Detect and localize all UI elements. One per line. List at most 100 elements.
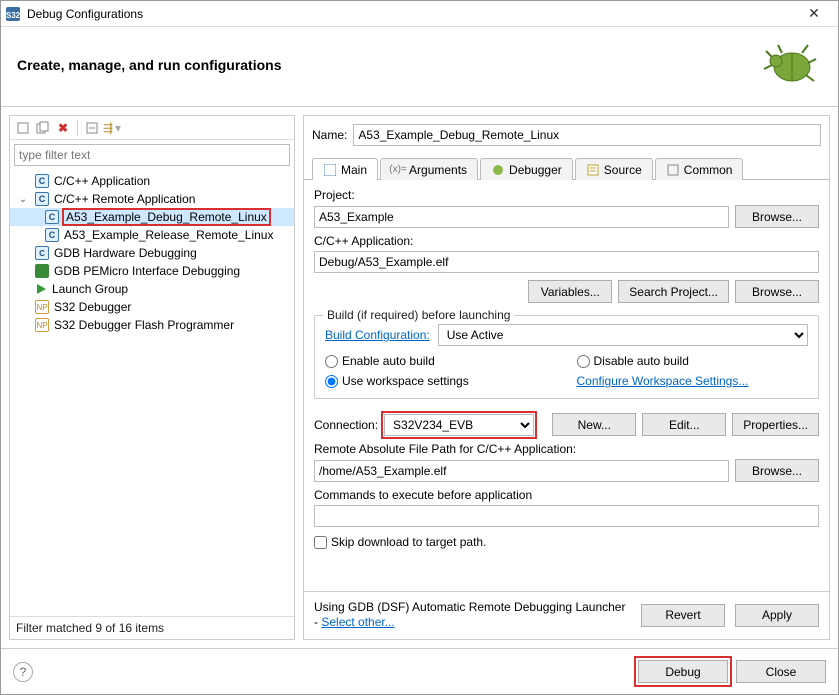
app-browse-button[interactable]: Browse... <box>735 280 819 303</box>
project-label: Project: <box>314 188 819 202</box>
tree-node-cpp-remote-application[interactable]: ⌄ C C/C++ Remote Application <box>10 190 294 208</box>
remote-path-field: Remote Absolute File Path for C/C++ Appl… <box>314 442 819 482</box>
tree-node-s32-debugger[interactable]: NP S32 Debugger <box>10 298 294 316</box>
project-browse-button[interactable]: Browse... <box>735 205 819 228</box>
apply-button[interactable]: Apply <box>735 604 819 627</box>
highlight-box: Debug <box>638 660 728 683</box>
variables-button[interactable]: Variables... <box>528 280 612 303</box>
name-label: Name: <box>312 128 347 142</box>
tree-node-a53-release-remote[interactable]: C A53_Example_Release_Remote_Linux <box>10 226 294 244</box>
connection-properties-button[interactable]: Properties... <box>732 413 819 436</box>
page-title: Create, manage, and run configurations <box>17 57 282 73</box>
project-input[interactable] <box>314 206 729 228</box>
skip-download-checkbox[interactable]: Skip download to target path. <box>314 535 819 549</box>
connection-select[interactable]: S32V234_EVB <box>384 414 534 436</box>
cpp-application-input[interactable] <box>314 251 819 273</box>
pemicro-icon <box>34 263 50 279</box>
tab-label: Main <box>341 163 367 177</box>
tree-node-gdb-hardware[interactable]: C GDB Hardware Debugging <box>10 244 294 262</box>
tab-common[interactable]: Common <box>655 158 744 180</box>
tab-label: Debugger <box>509 163 562 177</box>
collapse-all-icon[interactable] <box>83 119 101 137</box>
tree-label: S32 Debugger Flash Programmer <box>54 318 234 332</box>
radio-label: Use workspace settings <box>342 374 469 388</box>
s32-icon: NP <box>34 317 50 333</box>
main-tab-content: Project: Browse... C/C++ Application: Va… <box>304 180 829 591</box>
help-icon[interactable]: ? <box>13 662 33 682</box>
tree-label: GDB PEMicro Interface Debugging <box>54 264 240 278</box>
tree-node-cpp-application[interactable]: C C/C++ Application <box>10 172 294 190</box>
tree-label: S32 Debugger <box>54 300 131 314</box>
gdb-icon: C <box>34 245 50 261</box>
disable-auto-build-radio[interactable]: Disable auto build <box>577 354 809 368</box>
tree-label: C/C++ Application <box>54 174 150 188</box>
tree-node-a53-debug-remote[interactable]: C A53_Example_Debug_Remote_Linux <box>10 208 294 226</box>
connection-row: Connection: S32V234_EVB New... Edit... P… <box>314 413 819 436</box>
commands-label: Commands to execute before application <box>314 488 819 502</box>
project-field: Project: Browse... <box>314 188 819 228</box>
tree-node-gdb-pemicro[interactable]: GDB PEMicro Interface Debugging <box>10 262 294 280</box>
launch-group-icon <box>34 282 48 296</box>
tab-label: Common <box>684 163 733 177</box>
svg-text:S32: S32 <box>6 11 21 20</box>
connection-edit-button[interactable]: Edit... <box>642 413 726 436</box>
twisty-expanded-icon[interactable]: ⌄ <box>16 194 30 205</box>
revert-button[interactable]: Revert <box>641 604 725 627</box>
body: ✖ ⇶▾ C C/C++ Application ⌄ C C/C++ Remot… <box>1 107 838 648</box>
c-launch-icon: C <box>34 191 50 207</box>
use-workspace-settings-radio[interactable]: Use workspace settings <box>325 374 557 388</box>
bug-icon <box>758 39 822 90</box>
select-other-launcher-link[interactable]: Select other... <box>321 615 394 629</box>
configure-workspace-settings-link[interactable]: Configure Workspace Settings... <box>577 374 809 388</box>
tree-label: C/C++ Remote Application <box>54 192 195 206</box>
tree-node-s32-flash[interactable]: NP S32 Debugger Flash Programmer <box>10 316 294 334</box>
build-configuration-select[interactable]: Use Active <box>438 324 808 346</box>
cpp-application-label: C/C++ Application: <box>314 234 819 248</box>
left-panel: ✖ ⇶▾ C C/C++ Application ⌄ C C/C++ Remot… <box>9 115 295 640</box>
build-group-legend: Build (if required) before launching <box>323 308 514 322</box>
filter-box <box>14 144 290 166</box>
tab-debugger[interactable]: Debugger <box>480 158 573 180</box>
radio-label: Disable auto build <box>594 354 689 368</box>
radio-label: Enable auto build <box>342 354 435 368</box>
filter-icon[interactable]: ⇶▾ <box>103 119 121 137</box>
c-launch-icon: C <box>44 209 60 225</box>
close-icon[interactable]: ✕ <box>794 5 834 22</box>
tree-label: GDB Hardware Debugging <box>54 246 197 260</box>
build-configuration-link[interactable]: Build Configuration: <box>325 328 430 342</box>
launcher-text: Using GDB (DSF) Automatic Remote Debuggi… <box>314 600 631 631</box>
tab-arguments[interactable]: (x)= Arguments <box>380 158 478 180</box>
duplicate-config-icon[interactable] <box>34 119 52 137</box>
connection-new-button[interactable]: New... <box>552 413 636 436</box>
tab-label: Source <box>604 163 642 177</box>
remote-path-label: Remote Absolute File Path for C/C++ Appl… <box>314 442 819 456</box>
name-input[interactable] <box>353 124 821 146</box>
tabbar: Main (x)= Arguments Debugger Source Comm… <box>304 154 829 180</box>
launcher-area: Using GDB (DSF) Automatic Remote Debuggi… <box>304 591 829 639</box>
debug-button[interactable]: Debug <box>638 660 728 683</box>
filter-input[interactable] <box>14 144 290 166</box>
window-title: Debug Configurations <box>27 7 794 21</box>
name-row: Name: <box>304 116 829 154</box>
connection-label: Connection: <box>314 418 378 432</box>
remote-path-input[interactable] <box>314 460 729 482</box>
source-tab-icon <box>586 163 600 177</box>
delete-config-icon[interactable]: ✖ <box>54 119 72 137</box>
new-config-icon[interactable] <box>14 119 32 137</box>
debugger-tab-icon <box>491 163 505 177</box>
c-launch-icon: C <box>34 173 50 189</box>
header: Create, manage, and run configurations <box>1 27 838 107</box>
remote-path-browse-button[interactable]: Browse... <box>735 459 819 482</box>
app-icon: S32 <box>5 6 21 22</box>
search-project-button[interactable]: Search Project... <box>618 280 729 303</box>
config-tree[interactable]: C C/C++ Application ⌄ C C/C++ Remote App… <box>10 170 294 616</box>
tab-source[interactable]: Source <box>575 158 653 180</box>
checkbox-label: Skip download to target path. <box>331 535 486 549</box>
commands-input[interactable] <box>314 505 819 527</box>
enable-auto-build-radio[interactable]: Enable auto build <box>325 354 557 368</box>
left-toolbar: ✖ ⇶▾ <box>10 116 294 140</box>
close-button[interactable]: Close <box>736 660 826 683</box>
tab-main[interactable]: Main <box>312 158 378 180</box>
tree-node-launch-group[interactable]: Launch Group <box>10 280 294 298</box>
build-group: Build (if required) before launching Bui… <box>314 315 819 399</box>
